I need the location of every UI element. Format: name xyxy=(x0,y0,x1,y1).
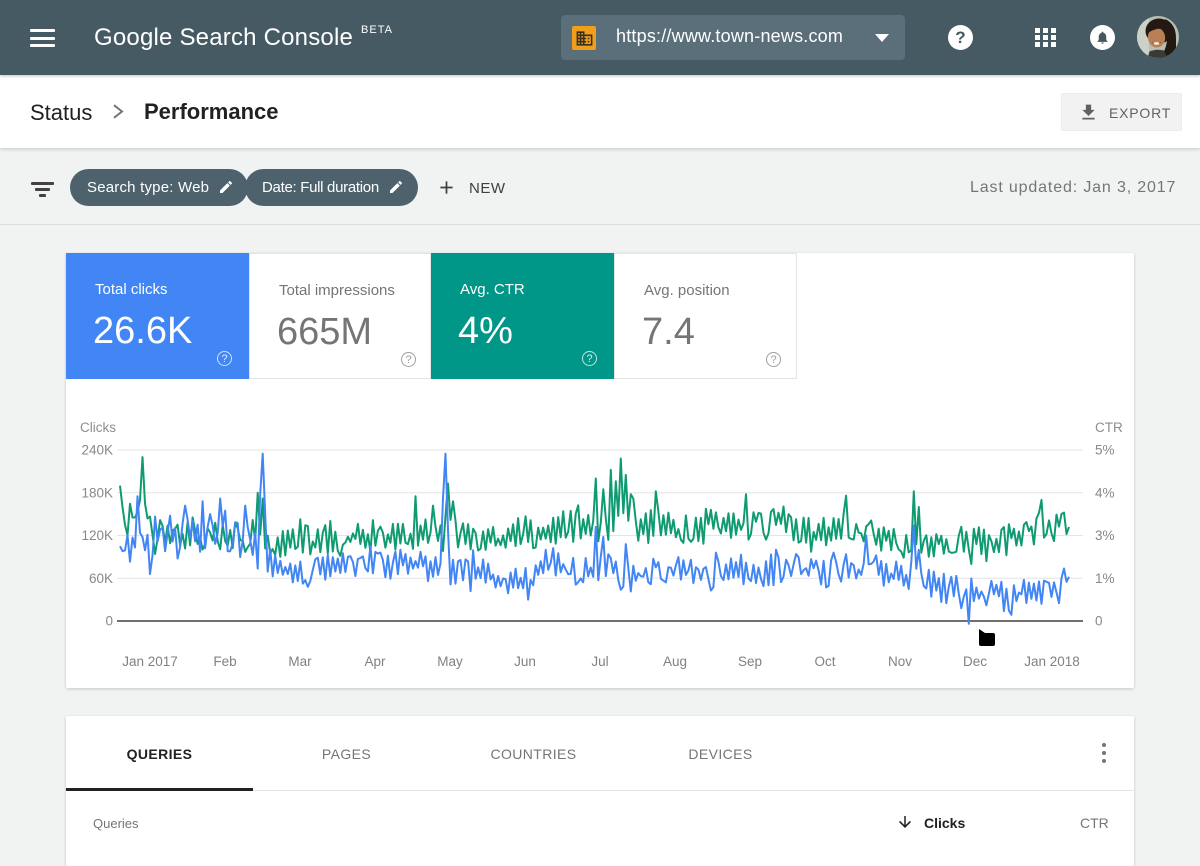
svg-text:Apr: Apr xyxy=(364,654,386,669)
svg-text:Aug: Aug xyxy=(663,654,687,669)
svg-text:CTR: CTR xyxy=(1095,420,1123,435)
svg-text:0: 0 xyxy=(105,614,113,629)
svg-text:Mar: Mar xyxy=(288,654,312,669)
svg-text:Sep: Sep xyxy=(738,654,762,669)
svg-text:180K: 180K xyxy=(81,485,113,500)
svg-text:Feb: Feb xyxy=(213,654,236,669)
svg-text:240K: 240K xyxy=(81,443,113,458)
svg-text:Jan 2017: Jan 2017 xyxy=(122,654,178,669)
svg-text:Jun: Jun xyxy=(514,654,536,669)
svg-text:3%: 3% xyxy=(1095,528,1115,543)
svg-text:Jul: Jul xyxy=(591,654,608,669)
svg-text:Clicks: Clicks xyxy=(80,420,116,435)
svg-text:1%: 1% xyxy=(1095,571,1115,586)
svg-text:60K: 60K xyxy=(89,571,113,586)
svg-text:0: 0 xyxy=(1095,614,1103,629)
svg-text:4%: 4% xyxy=(1095,485,1115,500)
svg-text:120K: 120K xyxy=(81,528,113,543)
svg-text:Oct: Oct xyxy=(814,654,835,669)
svg-text:Nov: Nov xyxy=(888,654,912,669)
svg-text:5%: 5% xyxy=(1095,443,1115,458)
svg-text:May: May xyxy=(437,654,463,669)
svg-text:Dec: Dec xyxy=(963,654,987,669)
svg-text:Jan 2018: Jan 2018 xyxy=(1024,654,1080,669)
